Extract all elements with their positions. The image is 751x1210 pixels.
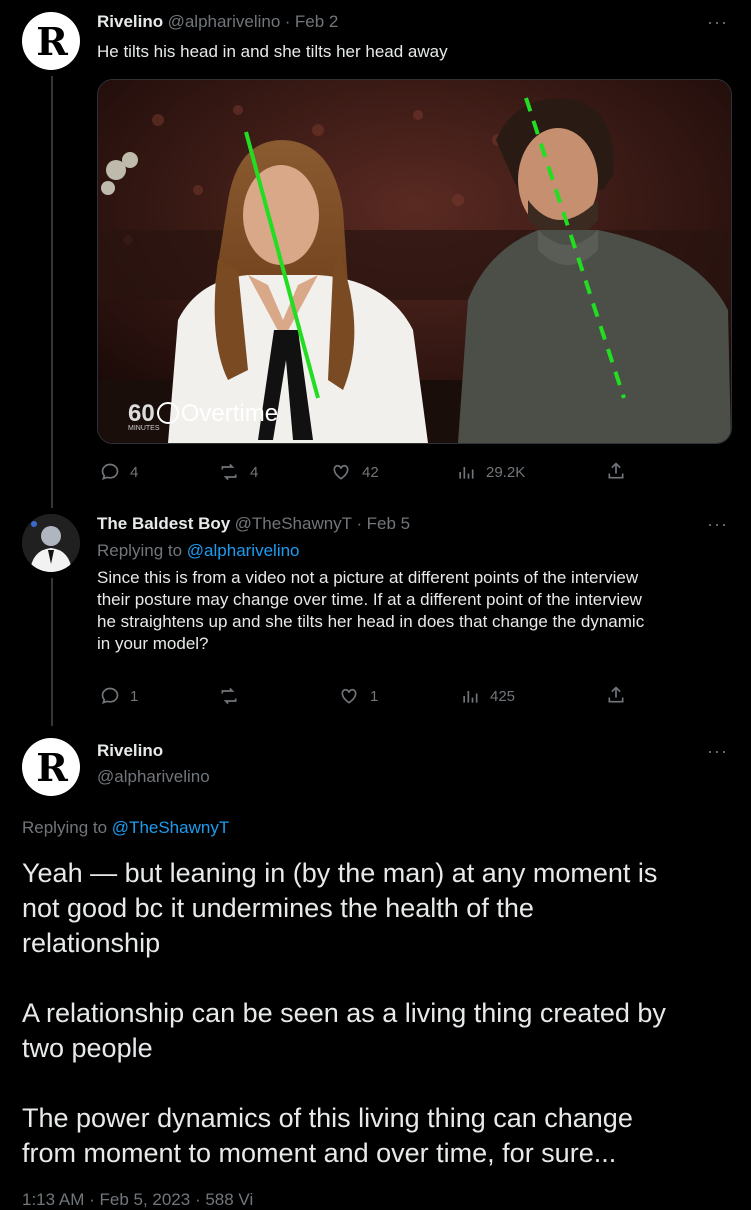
author-name[interactable]: The Baldest Boy	[97, 514, 230, 533]
tweet-media[interactable]: 60 Overtime MINUTES	[97, 79, 732, 444]
tweet-text: He tilts his head in and she tilts her h…	[97, 42, 448, 61]
media-watermark: 60 Overtime	[128, 400, 279, 427]
reply-icon	[101, 687, 119, 705]
retweet-button[interactable]: 4	[218, 462, 258, 482]
tweet-timestamp[interactable]: 1:13 AM · Feb 5, 2023 · 588 Vi	[22, 1190, 253, 1210]
more-icon[interactable]: ···	[707, 741, 728, 762]
reply-button[interactable]: 1	[100, 686, 138, 706]
views-button[interactable]: 29.2K	[456, 462, 525, 482]
like-button[interactable]: 42	[330, 462, 379, 482]
author-name[interactable]: Rivelino	[97, 12, 163, 31]
thread-connector-2	[51, 578, 53, 726]
share-icon	[608, 686, 624, 703]
media-watermark-sub: MINUTES	[128, 425, 160, 432]
more-icon[interactable]: ···	[707, 12, 728, 33]
avatar[interactable]	[22, 514, 80, 572]
like-button[interactable]: 1	[338, 686, 378, 706]
mention-link[interactable]: @TheShawnyT	[112, 818, 229, 837]
paragraph: The power dynamics of this living thing …	[22, 1103, 633, 1168]
separator-dot: ·	[356, 514, 363, 533]
share-button[interactable]	[606, 685, 626, 705]
user-photo	[22, 514, 80, 572]
avatar[interactable]: R	[22, 12, 80, 70]
paragraph: A relationship can be seen as a living t…	[22, 998, 666, 1063]
views-button[interactable]: 425	[460, 686, 515, 706]
replying-to: Replying to @alpharivelino	[97, 541, 300, 560]
mention-link[interactable]: @alpharivelino	[187, 541, 300, 560]
paragraph: Yeah — but leaning in (by the man) at an…	[22, 858, 658, 958]
more-icon[interactable]: ···	[707, 514, 728, 535]
reply-button[interactable]: 4	[100, 462, 138, 482]
tweet-text: Yeah — but leaning in (by the man) at an…	[22, 856, 737, 1171]
author-handle[interactable]: @alpharivelino	[97, 767, 210, 787]
separator-dot: ·	[284, 12, 291, 31]
share-button[interactable]	[606, 461, 626, 481]
like-icon	[341, 688, 357, 704]
author-handle[interactable]: @alpharivelino	[168, 12, 281, 31]
interview-photo	[98, 80, 731, 443]
views-icon	[459, 467, 474, 479]
tweet-date[interactable]: Feb 2	[295, 12, 338, 31]
retweet-icon	[221, 463, 237, 481]
retweet-button[interactable]	[218, 686, 250, 706]
tweet-header: The Baldest Boy @TheShawnyT · Feb 5	[97, 514, 410, 534]
stopwatch-icon	[156, 402, 179, 424]
retweet-icon	[221, 687, 237, 705]
tweet-header: Rivelino @alpharivelino · Feb 2	[97, 12, 338, 32]
views-icon	[463, 691, 478, 703]
author-handle[interactable]: @TheShawnyT	[235, 514, 352, 533]
tweet-text: Since this is from a video not a picture…	[97, 568, 645, 653]
thread-connector-1	[51, 76, 53, 508]
author-name[interactable]: Rivelino	[97, 741, 163, 761]
tweet-date[interactable]: Feb 5	[367, 514, 410, 533]
reply-icon	[101, 463, 119, 481]
share-icon	[608, 462, 624, 479]
avatar[interactable]: R	[22, 738, 80, 796]
like-icon	[333, 464, 349, 480]
replying-to: Replying to @TheShawnyT	[22, 818, 230, 837]
